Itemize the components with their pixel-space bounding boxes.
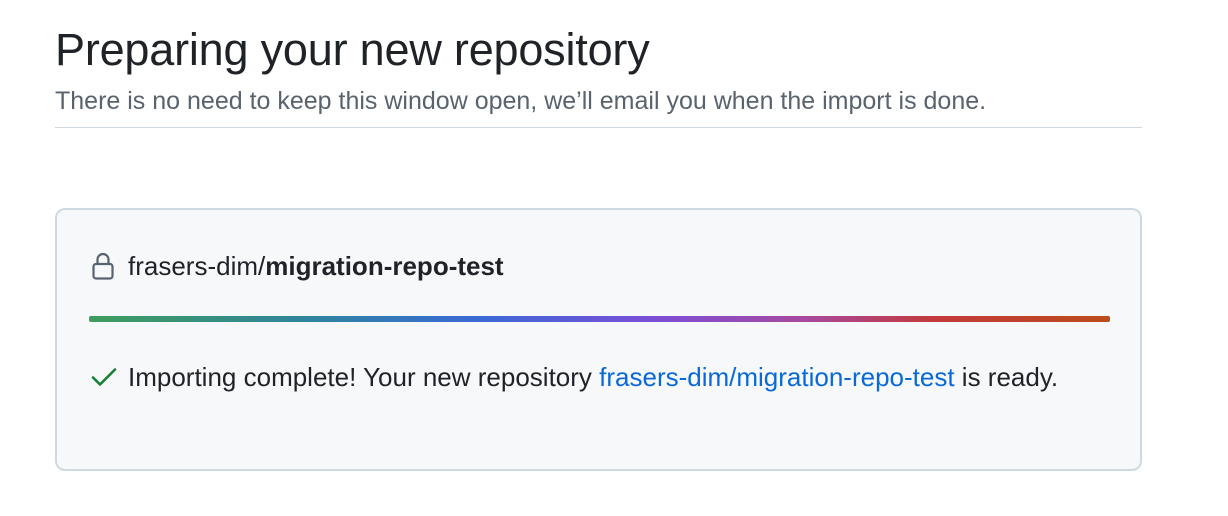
import-progress-bar [89, 316, 1110, 322]
page-subtitle: There is no need to keep this window ope… [55, 87, 987, 115]
import-progress-fill [89, 316, 1110, 322]
import-status-box: frasers-dim / migration-repo-test Importin… [55, 208, 1142, 471]
lock-icon [90, 250, 116, 282]
header-divider [55, 127, 1142, 128]
repository-separator: / [258, 251, 266, 281]
page-title: Preparing your new repository [55, 24, 650, 75]
check-icon [90, 359, 118, 386]
check-icon-path [91, 368, 117, 386]
repository-heading: frasers-dim / migration-repo-test [90, 246, 504, 286]
import-status-message: Importing complete! Your new repository … [90, 356, 1120, 398]
repository-link[interactable]: frasers-dim/migration-repo-test [599, 362, 954, 392]
import-page: Preparing your new repository There is n… [55, 22, 1142, 471]
status-message-suffix: is ready. [954, 362, 1059, 392]
repository-name: migration-repo-test [265, 251, 504, 281]
status-message-text: Importing complete! Your new repository [128, 362, 600, 392]
repository-owner: frasers-dim [128, 251, 259, 281]
